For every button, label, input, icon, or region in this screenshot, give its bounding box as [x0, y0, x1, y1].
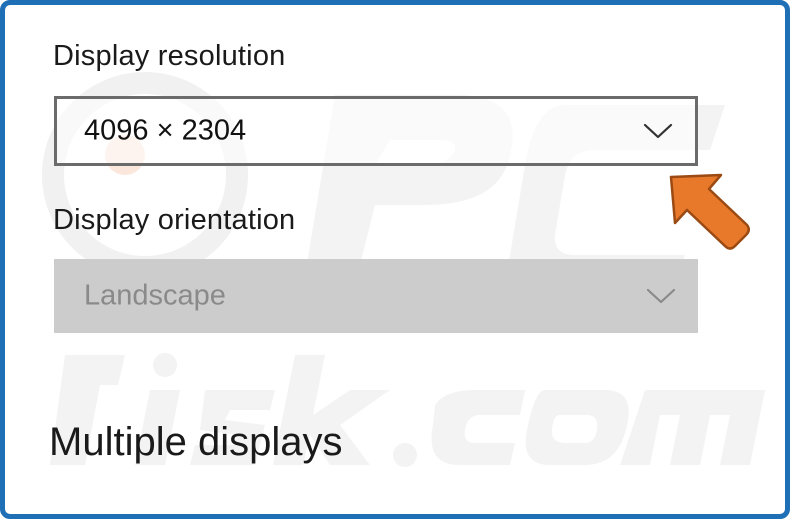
- multiple-displays-heading: Multiple displays: [49, 420, 343, 464]
- display-resolution-dropdown[interactable]: 4096 × 2304: [54, 96, 698, 166]
- display-orientation-value: Landscape: [84, 279, 226, 312]
- chevron-down-icon: [646, 288, 676, 304]
- pointer-arrow-icon: [669, 173, 750, 250]
- display-resolution-label: Display resolution: [53, 40, 286, 72]
- display-orientation-dropdown: Landscape: [54, 259, 698, 333]
- chevron-down-icon: [643, 123, 673, 139]
- display-resolution-value: 4096 × 2304: [84, 114, 247, 147]
- display-orientation-label: Display orientation: [53, 204, 296, 236]
- settings-panel: Display resolution 4096 × 2304 Display o…: [0, 0, 790, 519]
